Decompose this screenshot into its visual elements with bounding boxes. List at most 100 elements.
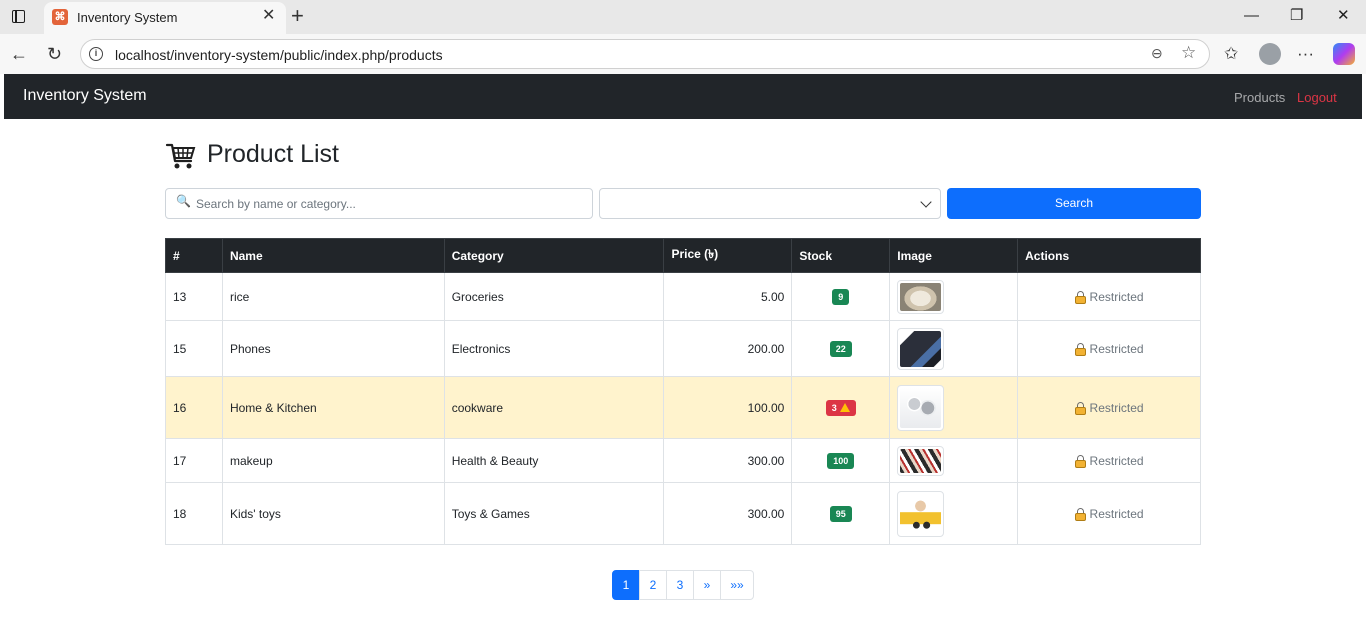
cell-id: 16 — [165, 376, 223, 439]
restricted-label: Restricted — [1089, 400, 1144, 415]
profile-icon[interactable] — [1259, 43, 1281, 65]
more-icon[interactable]: ··· — [1297, 43, 1314, 65]
window-close-icon[interactable]: ✕ — [1337, 6, 1350, 26]
restore-icon[interactable]: ❐ — [1290, 6, 1303, 26]
page-1-link[interactable]: 1 — [612, 570, 640, 600]
cell-stock: 3 — [791, 376, 891, 439]
cell-name: rice — [221, 272, 445, 321]
close-icon[interactable]: ✕ — [262, 7, 275, 25]
new-tab-icon[interactable]: + — [291, 3, 304, 29]
table-row: 18 Kids' toys Toys & Games 300.00 95 Res… — [165, 482, 1201, 545]
nav-link-products[interactable]: Products — [1234, 90, 1285, 105]
table-header-row: # Name Category Price (৳) Stock Image Ac… — [165, 238, 1201, 273]
stock-badge: 95 — [829, 505, 852, 522]
cell-id: 18 — [165, 482, 223, 545]
page-viewport: Inventory System Products Logout Product… — [4, 74, 1362, 644]
cell-name: Kids' toys — [221, 482, 445, 545]
copilot-icon[interactable] — [1333, 43, 1355, 65]
cell-actions: Restricted — [1017, 438, 1201, 483]
address-bar-row: ← ↻ i localhost/inventory-system/public/… — [0, 34, 1366, 74]
lock-icon — [1074, 290, 1086, 304]
product-image-toys[interactable] — [897, 490, 945, 537]
reload-icon[interactable]: ↻ — [47, 43, 62, 65]
column-header-actions: Actions — [1017, 238, 1201, 273]
browser-tab[interactable]: ⌘ Inventory System ✕ — [44, 2, 286, 34]
cell-price: 300.00 — [663, 482, 793, 545]
restricted-label: Restricted — [1089, 453, 1144, 468]
cell-image — [889, 272, 1019, 321]
stock-badge: 100 — [827, 452, 855, 469]
product-image-cookware[interactable] — [897, 384, 945, 431]
site-info-icon[interactable]: i — [89, 47, 103, 61]
navbar-brand[interactable]: Inventory System — [23, 87, 147, 105]
zoom-icon[interactable]: ⊖ — [1151, 45, 1163, 62]
tab-title: Inventory System — [77, 10, 178, 25]
lock-icon — [1074, 507, 1086, 521]
cell-actions: Restricted — [1017, 320, 1201, 377]
app-navbar: Inventory System Products Logout — [4, 74, 1362, 119]
search-input[interactable] — [165, 188, 593, 219]
lock-icon — [1074, 401, 1086, 415]
favorites-list-icon[interactable]: ✩ — [1224, 43, 1238, 65]
page-title: Product List — [207, 140, 340, 168]
nav-link-logout[interactable]: Logout — [1297, 90, 1337, 105]
cell-image — [889, 376, 1019, 439]
favicon-icon: ⌘ — [52, 9, 68, 25]
restricted-label: Restricted — [1089, 289, 1144, 304]
warning-icon — [839, 402, 850, 412]
column-header-image: Image — [889, 238, 1019, 273]
product-image-phone[interactable] — [897, 327, 945, 370]
stock-badge: 9 — [832, 288, 850, 305]
cell-image — [889, 320, 1019, 377]
cell-id: 15 — [165, 320, 223, 377]
cell-id: 13 — [165, 272, 223, 321]
table-row: 15 Phones Electronics 200.00 22 Restrict… — [165, 320, 1201, 377]
cell-price: 300.00 — [663, 438, 793, 483]
sidebar-toggle-icon[interactable] — [10, 8, 28, 26]
lock-icon — [1074, 342, 1086, 356]
stock-badge-low: 3 — [825, 399, 856, 416]
cell-name: Phones — [221, 320, 445, 377]
column-header-category: Category — [443, 238, 665, 273]
url-bar[interactable]: i localhost/inventory-system/public/inde… — [80, 39, 1210, 69]
column-header-stock: Stock — [791, 238, 891, 273]
favorite-icon[interactable]: ☆ — [1181, 43, 1196, 63]
cell-category: Electronics — [443, 320, 665, 377]
page-2-link[interactable]: 2 — [639, 570, 667, 600]
search-icon: 🔍 — [176, 194, 191, 208]
products-table: # Name Category Price (৳) Stock Image Ac… — [165, 238, 1201, 545]
search-button[interactable]: Search — [947, 188, 1201, 219]
stock-badge: 22 — [829, 340, 852, 357]
restricted-label: Restricted — [1089, 341, 1144, 356]
next-page-link[interactable]: » — [693, 570, 721, 600]
back-icon[interactable]: ← — [10, 43, 28, 65]
cell-stock: 22 — [791, 320, 891, 377]
lock-icon — [1074, 454, 1086, 468]
minimize-icon[interactable]: — — [1244, 6, 1259, 26]
page-3-link[interactable]: 3 — [666, 570, 694, 600]
cell-category: Groceries — [443, 272, 665, 321]
cell-stock: 9 — [791, 272, 891, 321]
category-select[interactable] — [599, 188, 941, 219]
cell-image — [889, 482, 1019, 545]
cell-actions: Restricted — [1017, 482, 1201, 545]
pagination: 1 2 3 » »» — [612, 570, 754, 600]
table-row: 13 rice Groceries 5.00 9 Restricted — [165, 272, 1201, 321]
chevron-down-icon — [920, 196, 932, 208]
cell-category: Toys & Games — [443, 482, 665, 545]
url-text[interactable]: localhost/inventory-system/public/index.… — [115, 47, 443, 63]
product-image-makeup[interactable] — [897, 445, 945, 476]
cell-name: makeup — [221, 438, 445, 483]
browser-tab-bar: ⌘ Inventory System ✕ + — ❐ ✕ — [0, 0, 1366, 34]
product-image-rice[interactable] — [897, 279, 945, 314]
cell-image — [889, 438, 1019, 483]
table-row: 17 makeup Health & Beauty 300.00 100 Res… — [165, 438, 1201, 483]
table-row: 16 Home & Kitchen cookware 100.00 3 Rest… — [165, 376, 1201, 439]
cell-actions: Restricted — [1017, 272, 1201, 321]
cell-category: cookware — [443, 376, 665, 439]
cell-name: Home & Kitchen — [221, 376, 445, 439]
last-page-link[interactable]: »» — [720, 570, 754, 600]
shopping-cart-icon — [165, 143, 196, 169]
restricted-label: Restricted — [1089, 506, 1144, 521]
cell-category: Health & Beauty — [443, 438, 665, 483]
